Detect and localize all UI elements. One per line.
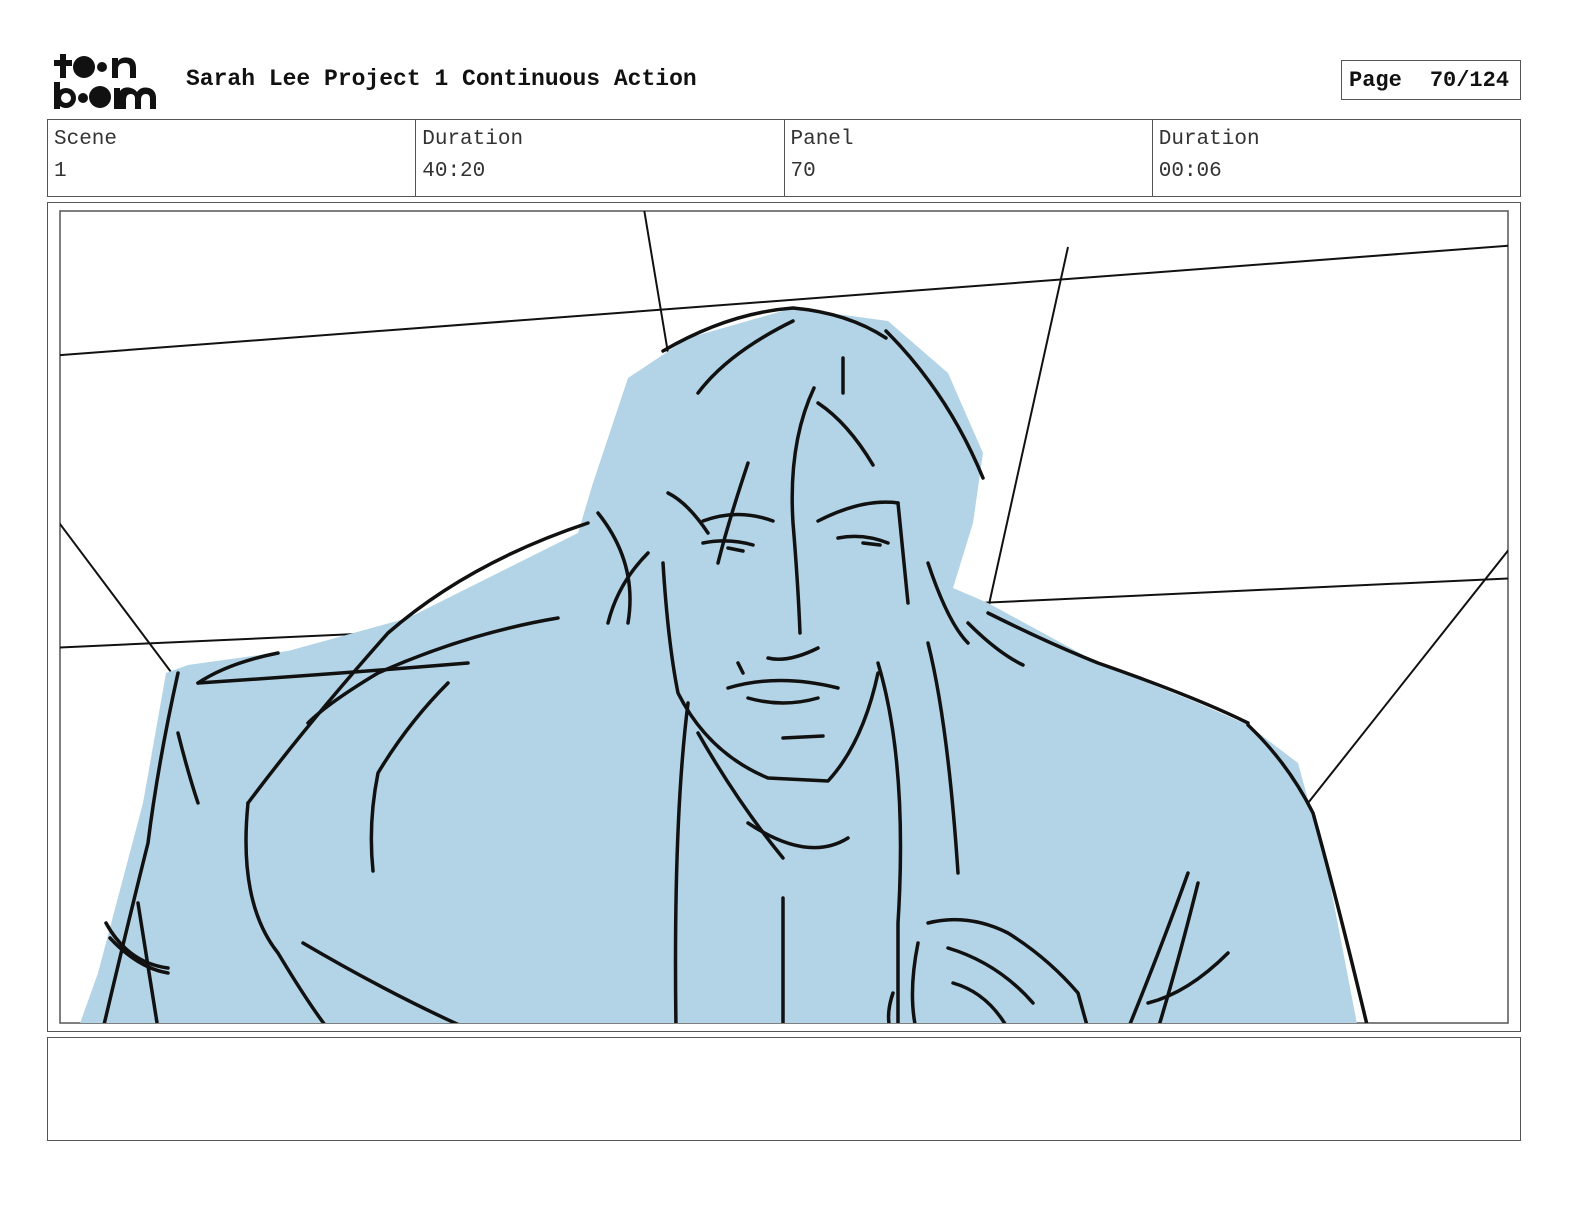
scene-info-table: Scene 1 Duration 40:20 Panel 70 Duration… [47, 119, 1521, 197]
panel-notes[interactable] [47, 1037, 1521, 1141]
scene-cell: Scene 1 [48, 120, 417, 196]
panel-duration-cell: Duration 00:06 [1153, 120, 1520, 196]
panel-label: Panel [790, 128, 854, 151]
page-indicator: Page 70/124 [1341, 60, 1521, 100]
character-fill [80, 308, 1357, 1023]
page-label: Page [1349, 67, 1402, 93]
panel-drawing [59, 210, 1509, 1024]
scene-duration-value: 40:20 [422, 160, 486, 183]
toon-boom-logo [54, 54, 156, 109]
scene-duration-cell: Duration 40:20 [416, 120, 785, 196]
page-number: 70/124 [1429, 67, 1510, 93]
panel-duration-label: Duration [1158, 128, 1260, 151]
panel-value: 70 [790, 160, 816, 183]
scene-label: Scene [54, 128, 118, 151]
scene-value: 1 [54, 160, 67, 183]
panel-cell: Panel 70 [785, 120, 1153, 196]
panel-duration-value: 00:06 [1158, 160, 1222, 183]
storyboard-panel [47, 202, 1521, 1032]
scene-duration-label: Duration [422, 128, 524, 151]
project-title: Sarah Lee Project 1 Continuous Action [186, 66, 697, 92]
